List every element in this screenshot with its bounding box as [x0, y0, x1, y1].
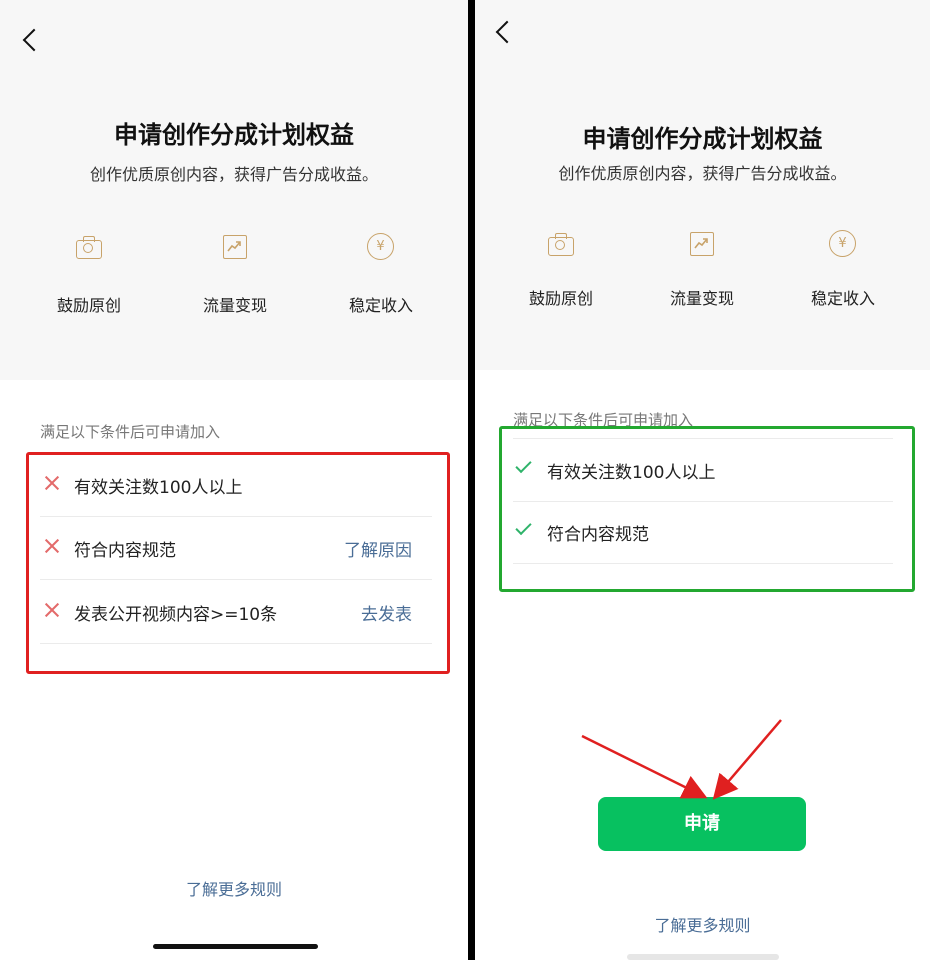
arrow-left	[581, 734, 708, 799]
annotation-arrows	[581, 719, 782, 800]
arrow-right	[712, 719, 782, 800]
